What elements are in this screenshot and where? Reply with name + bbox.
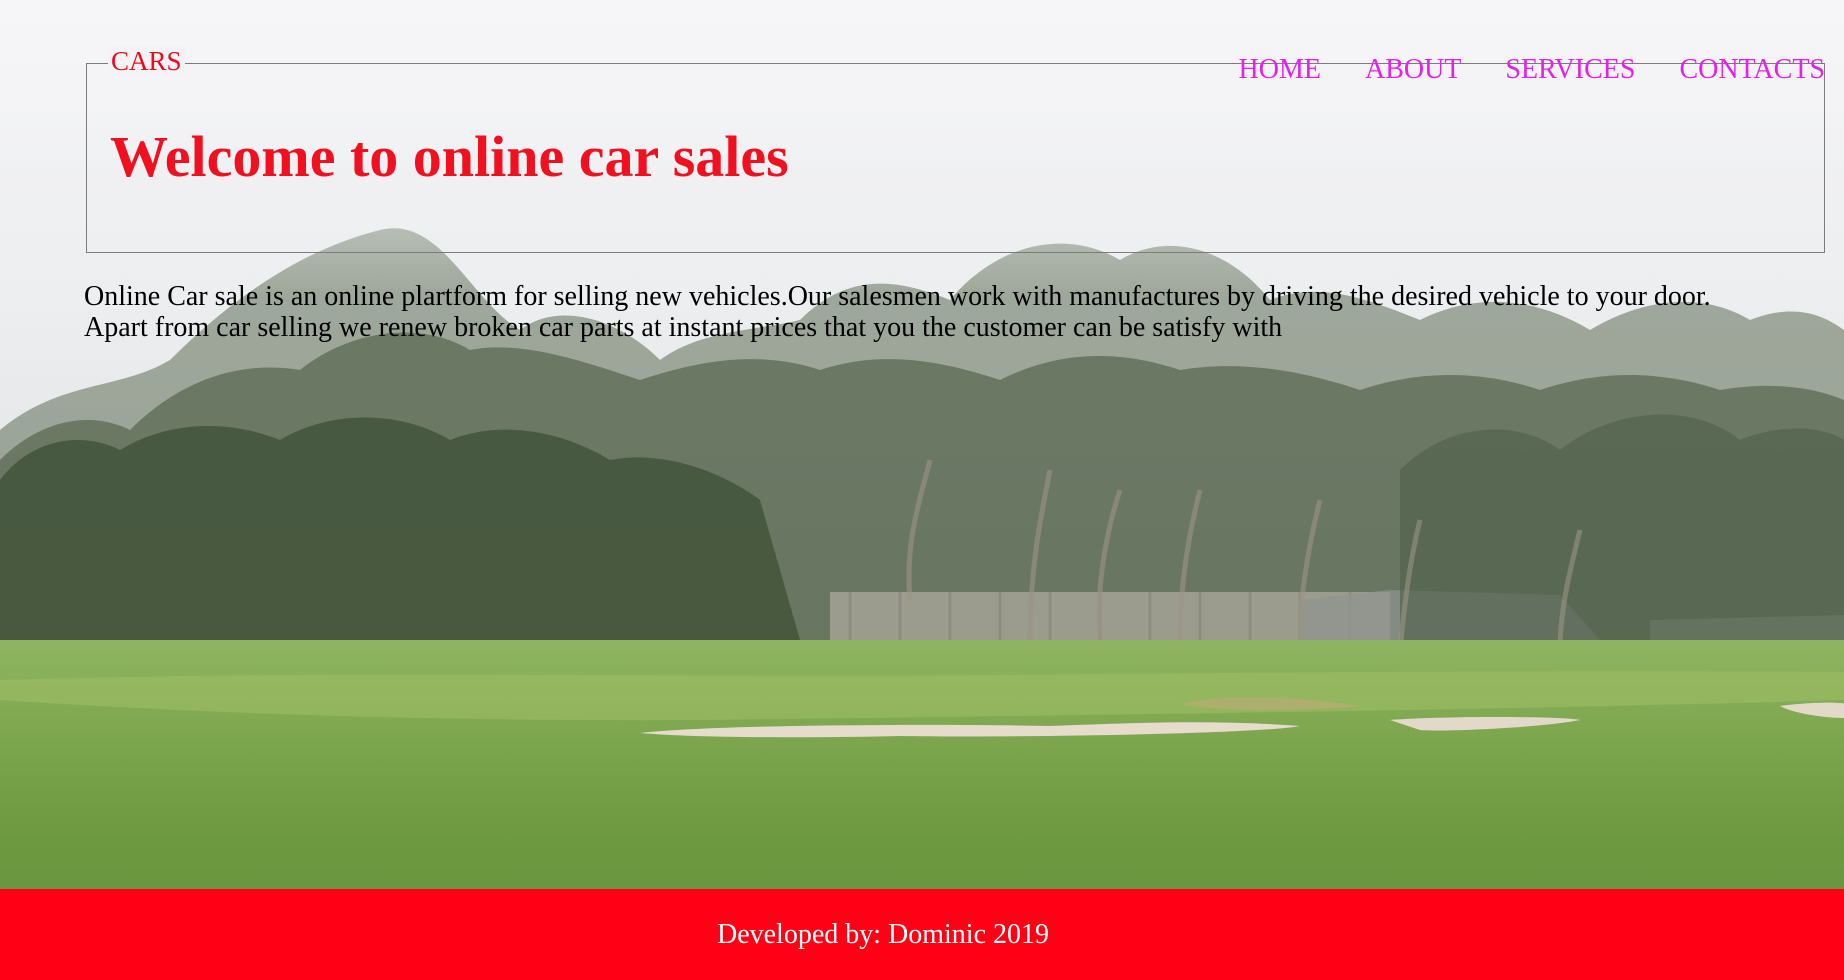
- nav-services-link[interactable]: SERVICES: [1505, 54, 1635, 86]
- page-title: Welcome to online car sales: [110, 124, 789, 189]
- sand-bunkers: [0, 671, 1844, 738]
- intro-paragraph: Online Car sale is an online plartform f…: [84, 281, 1844, 343]
- nav-home-link[interactable]: HOME: [1239, 54, 1321, 86]
- main-nav: HOME ABOUT SERVICES CONTACTS: [1239, 54, 1825, 86]
- nav-about-link[interactable]: ABOUT: [1365, 54, 1461, 86]
- intro-line-1: Online Car sale is an online plartform f…: [84, 281, 1711, 312]
- footer-credit: Developed by: Dominic 2019: [716, 918, 1050, 950]
- brand-logo[interactable]: CARS: [108, 46, 185, 76]
- nav-contacts-link[interactable]: CONTACTS: [1679, 54, 1825, 86]
- footer: Developed by: Dominic 2019: [0, 889, 1844, 980]
- fairway-grass: [0, 640, 1844, 890]
- intro-line-2: Apart from car selling we renew broken c…: [84, 312, 1283, 343]
